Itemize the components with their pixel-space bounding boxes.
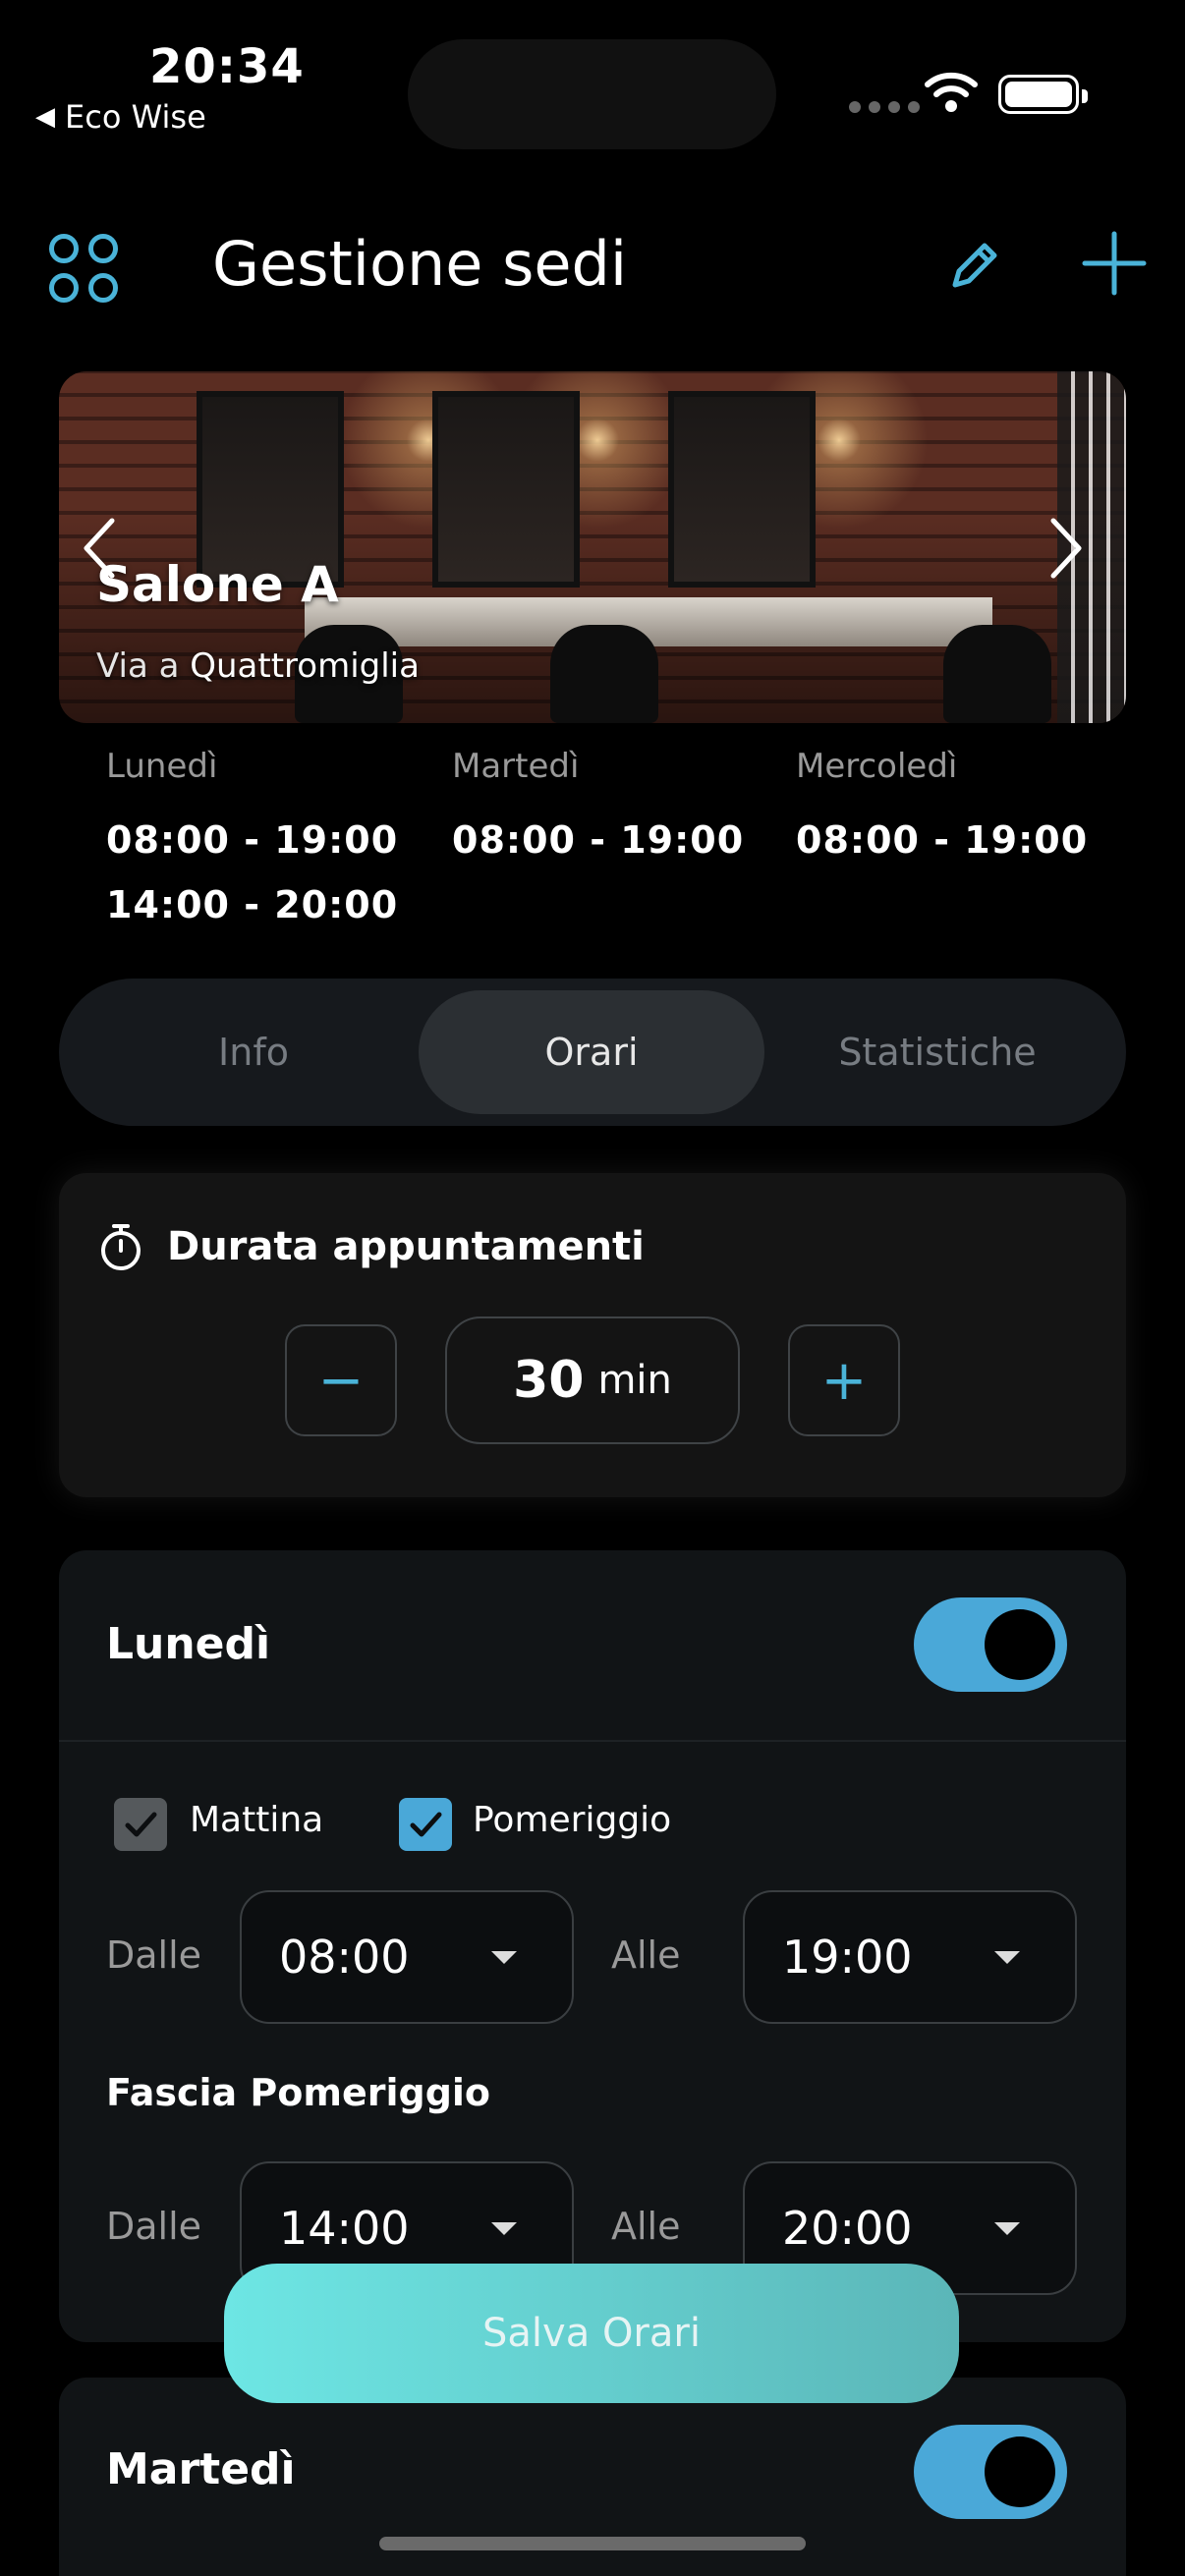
duration-card: Durata appuntamenti − 30 min +: [59, 1173, 1126, 1497]
to-label: Alle: [611, 1933, 681, 1977]
toggle-knob: [985, 2436, 1055, 2507]
week-hours-preview: Lunedì 08:00 - 19:00 14:00 - 20:00 Marte…: [106, 747, 1128, 943]
day-schedule-card-monday: Lunedì Mattina Pomeriggio Dalle 08:00 Al…: [59, 1550, 1126, 2342]
status-bar: 20:34 ◀ Eco Wise: [0, 0, 1185, 157]
status-time: 20:34: [149, 39, 305, 94]
add-plus-icon[interactable]: [1081, 230, 1148, 297]
duration-title: Durata appuntamenti: [167, 1224, 645, 1269]
salon-carousel[interactable]: Salone A Via a Quattromiglia: [59, 371, 1126, 723]
week-day-column: Martedì 08:00 - 19:00: [452, 747, 744, 872]
checkmark-icon: [125, 1812, 157, 1837]
week-day-name: Lunedì: [106, 747, 218, 786]
stopwatch-icon: [101, 1224, 141, 1270]
duration-unit: min: [597, 1358, 672, 1403]
app-header: Gestione sedi: [0, 216, 1185, 314]
home-indicator[interactable]: [379, 2537, 806, 2550]
salon-photo-chair: [550, 625, 658, 723]
week-day-column: Lunedì 08:00 - 19:00 14:00 - 20:00: [106, 747, 398, 937]
duration-value-field[interactable]: 30 min: [445, 1316, 740, 1444]
week-day-time: 08:00 - 19:00: [796, 818, 1089, 862]
day-enabled-toggle[interactable]: [914, 2425, 1067, 2519]
day-enabled-toggle[interactable]: [914, 1597, 1067, 1692]
afternoon-to-value: 20:00: [782, 2202, 913, 2255]
toggle-knob: [985, 1609, 1055, 1680]
checkmark-icon: [410, 1812, 442, 1837]
tab-orari[interactable]: Orari: [419, 990, 764, 1114]
decrease-duration-button[interactable]: −: [285, 1324, 397, 1436]
wifi-icon: [925, 72, 978, 112]
back-app-label: Eco Wise: [65, 98, 206, 136]
card-divider: [59, 1740, 1126, 1742]
increase-duration-button[interactable]: +: [788, 1324, 900, 1436]
afternoon-checkbox[interactable]: [399, 1798, 452, 1851]
dynamic-island: [408, 39, 776, 149]
tab-statistiche[interactable]: Statistiche: [764, 990, 1110, 1114]
morning-to-select[interactable]: 19:00: [743, 1890, 1077, 2024]
from-label: Dalle: [106, 1933, 202, 1977]
segmented-tabs: Info Orari Statistiche: [59, 979, 1126, 1126]
tab-info[interactable]: Info: [81, 990, 426, 1114]
edit-pencil-icon[interactable]: [941, 234, 1006, 299]
salon-name: Salone A: [96, 556, 339, 613]
dropdown-caret-icon: [491, 2222, 517, 2235]
morning-from-value: 08:00: [279, 1931, 410, 1984]
week-day-time: 08:00 - 19:00: [452, 818, 745, 862]
menu-grid-icon[interactable]: [49, 234, 118, 303]
week-day-time: 08:00 - 19:00: [106, 818, 399, 862]
dropdown-caret-icon: [994, 1951, 1020, 1964]
afternoon-section-title: Fascia Pomeriggio: [106, 2071, 491, 2114]
battery-icon: [998, 75, 1088, 114]
save-hours-button[interactable]: Salva Orari: [224, 2264, 959, 2403]
week-day-time: 14:00 - 20:00: [106, 883, 399, 926]
morning-to-value: 19:00: [782, 1931, 913, 1984]
week-day-name: Martedì: [452, 747, 580, 786]
salon-photo-chair: [943, 625, 1051, 723]
morning-checkbox-label: Mattina: [190, 1800, 324, 1840]
chevron-right-icon[interactable]: [1038, 509, 1097, 588]
morning-from-select[interactable]: 08:00: [240, 1890, 574, 2024]
salon-address: Via a Quattromiglia: [96, 646, 420, 686]
week-day-name: Mercoledì: [796, 747, 958, 786]
morning-checkbox[interactable]: [114, 1798, 167, 1851]
cellular-signal-icon: [849, 101, 920, 113]
address-prefix: Via a: [96, 646, 180, 686]
salon-photo-mirror: [432, 391, 580, 588]
back-triangle-icon: ◀: [35, 102, 55, 132]
salon-photo-mirror: [668, 391, 816, 588]
day-card-title: Martedì: [106, 2444, 296, 2494]
page-title: Gestione sedi: [212, 228, 628, 300]
day-card-title: Lunedì: [106, 1619, 271, 1669]
chevron-left-icon[interactable]: [69, 509, 128, 588]
back-to-app-link[interactable]: ◀ Eco Wise: [35, 98, 206, 136]
afternoon-from-value: 14:00: [279, 2202, 410, 2255]
from-label: Dalle: [106, 2205, 202, 2248]
week-day-column: Mercoledì 08:00 - 19:00: [796, 747, 1088, 872]
duration-value: 30: [513, 1351, 585, 1410]
address-name: Quattromiglia: [190, 646, 420, 686]
afternoon-checkbox-label: Pomeriggio: [473, 1800, 672, 1840]
dropdown-caret-icon: [491, 1951, 517, 1964]
dropdown-caret-icon: [994, 2222, 1020, 2235]
to-label: Alle: [611, 2205, 681, 2248]
